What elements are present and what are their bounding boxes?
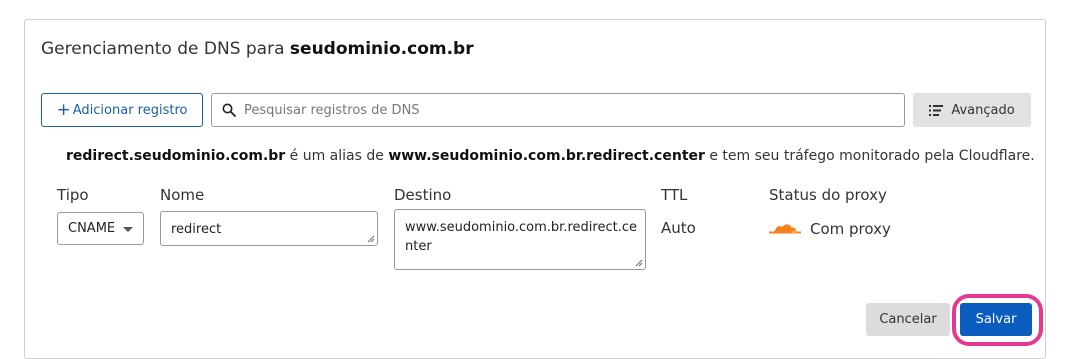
- alias-host: redirect.seudominio.com.br: [66, 148, 286, 164]
- title-prefix: Gerenciamento de DNS para: [41, 39, 285, 59]
- alias-notice: redirect.seudominio.com.br é um alias de…: [66, 148, 1035, 164]
- filter-list-icon: [929, 104, 944, 116]
- save-button[interactable]: Salvar: [960, 303, 1032, 336]
- search-input[interactable]: [242, 101, 886, 119]
- target-label: Destino: [394, 186, 452, 204]
- search-field[interactable]: [211, 93, 905, 127]
- alias-suffix: e tem seu tráfego monitorado pela Cloudf…: [704, 148, 1035, 164]
- type-select[interactable]: CNAME: [57, 212, 144, 245]
- proxy-status-value: Com proxy: [810, 220, 891, 238]
- save-label: Salvar: [975, 312, 1017, 327]
- add-record-label: Adicionar registro: [72, 102, 188, 118]
- advanced-label: Avançado: [951, 102, 1015, 118]
- advanced-button[interactable]: Avançado: [913, 93, 1031, 127]
- target-textarea[interactable]: www.seudominio.com.br.redirect.ce nter: [394, 209, 646, 270]
- target-value-line1: www.seudominio.com.br.redirect.ce: [405, 220, 637, 235]
- name-textarea[interactable]: redirect: [160, 211, 378, 246]
- proxy-status[interactable]: Com proxy: [769, 220, 891, 238]
- cancel-button[interactable]: Cancelar: [866, 303, 950, 336]
- resize-grip-icon[interactable]: [367, 235, 375, 243]
- dns-edit-card: Gerenciamento de DNS para seudominio.com…: [24, 19, 1046, 359]
- search-icon: [222, 103, 236, 117]
- type-select-value: CNAME: [68, 221, 116, 236]
- cloudflare-cloud-icon: [769, 224, 801, 234]
- alias-target: www.seudominio.com.br.redirect.center: [388, 148, 705, 164]
- page-title: Gerenciamento de DNS para seudominio.com…: [41, 39, 474, 59]
- plus-icon: +: [56, 99, 71, 120]
- title-domain: seudominio.com.br: [289, 39, 474, 59]
- type-label: Tipo: [57, 186, 89, 204]
- add-record-button[interactable]: + Adicionar registro: [41, 93, 203, 127]
- ttl-value: Auto: [661, 219, 696, 237]
- name-label: Nome: [160, 186, 205, 204]
- alias-middle: é um alias de: [285, 148, 389, 164]
- target-value-line2: nter: [405, 239, 432, 254]
- resize-grip-icon[interactable]: [635, 259, 643, 267]
- name-value: redirect: [171, 222, 222, 237]
- chevron-down-icon: [123, 227, 133, 232]
- proxy-status-label: Status do proxy: [769, 186, 887, 204]
- cancel-label: Cancelar: [879, 312, 937, 327]
- ttl-label: TTL: [661, 186, 688, 204]
